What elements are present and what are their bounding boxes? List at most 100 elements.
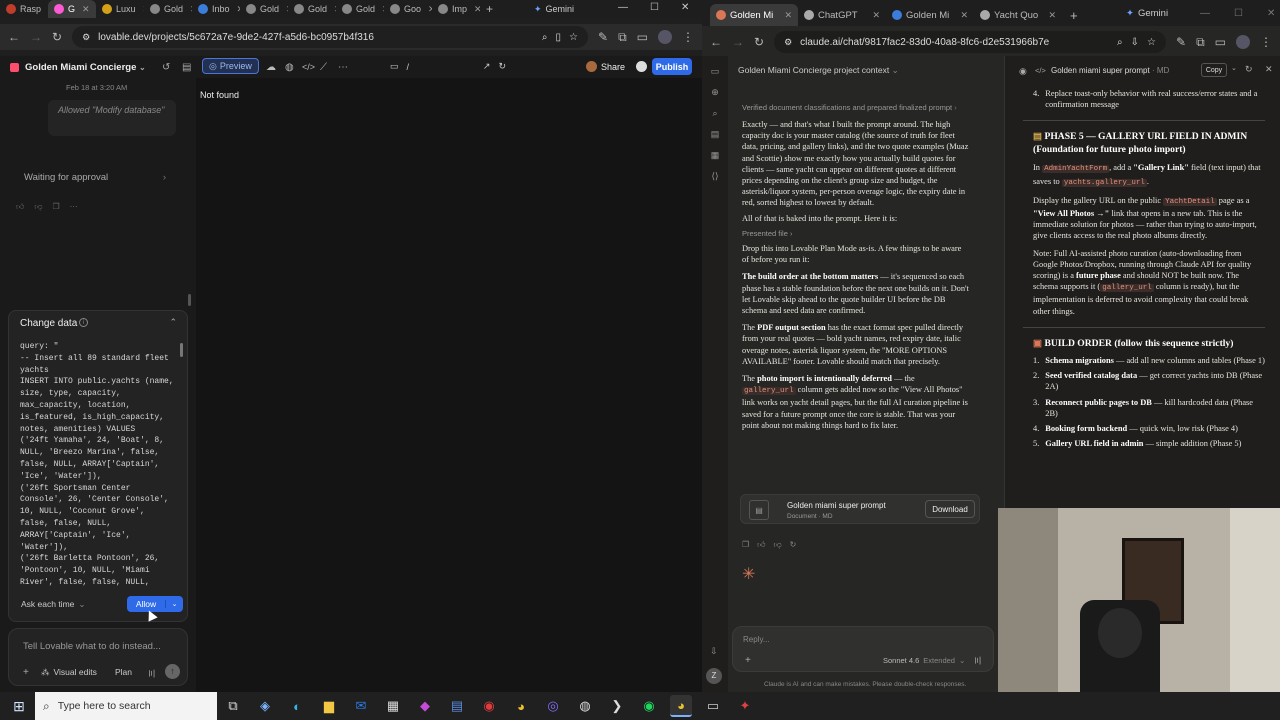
- sidebar-toggle-icon[interactable]: ▭: [711, 66, 720, 77]
- zoom-icon[interactable]: ⌕: [542, 32, 548, 43]
- browser-tab[interactable]: Inbo✕: [192, 0, 240, 18]
- outlook-icon[interactable]: ✉: [350, 695, 372, 717]
- browser-tab[interactable]: Luxu✕: [96, 0, 144, 18]
- bookmark-star-icon[interactable]: ☆: [1147, 37, 1156, 48]
- artifacts-icon[interactable]: ⟨⟩: [711, 171, 718, 182]
- new-tab-icon[interactable]: +: [1070, 8, 1078, 23]
- close-tab-icon[interactable]: ✕: [474, 4, 480, 15]
- right-address-bar[interactable]: ⚙ claude.ai/chat/9817fac2-83d0-40a8-8fc6…: [774, 31, 1167, 53]
- analytics-icon[interactable]: ⟋: [320, 62, 327, 73]
- taskbar-search-box[interactable]: ⌕ Type here to search: [35, 692, 217, 720]
- info-icon[interactable]: i: [79, 318, 88, 327]
- cloud-icon[interactable]: ☁: [266, 62, 276, 73]
- browser-tab[interactable]: Golden Mi ✕: [710, 4, 798, 26]
- record-icon[interactable]: ◉: [478, 695, 500, 717]
- waiting-approval-row[interactable]: Waiting for approval ›: [12, 166, 178, 188]
- new-chat-icon[interactable]: ⊕: [711, 87, 719, 98]
- search-icon[interactable]: ⌕: [712, 108, 717, 119]
- maximize-icon[interactable]: ☐: [1234, 8, 1243, 19]
- model-selector[interactable]: Sonnet 4.6 Extended ⌄: [883, 656, 965, 665]
- sidepanel-icon[interactable]: ▭: [1215, 36, 1226, 48]
- github-desktop-icon[interactable]: ◍: [574, 695, 596, 717]
- file-card[interactable]: ▤ Golden miami super prompt Document · M…: [740, 494, 980, 524]
- ask-each-time-select[interactable]: Ask each time ⌄: [21, 599, 86, 610]
- projects-icon[interactable]: ▦: [711, 150, 720, 161]
- reply-box[interactable]: Reply... + Sonnet 4.6 Extended ⌄ 〣: [732, 626, 994, 672]
- history-icon[interactable]: ↺: [162, 62, 170, 73]
- close-tab-icon[interactable]: ✕: [1048, 10, 1056, 21]
- device-icon[interactable]: ▭: [390, 61, 399, 72]
- github-icon[interactable]: [636, 61, 647, 72]
- minimize-icon[interactable]: —: [618, 2, 628, 13]
- forward-icon[interactable]: →: [30, 31, 42, 43]
- share-button[interactable]: Share: [586, 59, 625, 74]
- browser-tab[interactable]: G ✕: [48, 0, 96, 18]
- preview-button[interactable]: ◎ Preview: [202, 58, 259, 74]
- sidepanel-icon[interactable]: ▭: [637, 31, 648, 43]
- chat-title-menu[interactable]: Golden Miami Concierge project context ⌄: [738, 65, 899, 76]
- download-app-icon[interactable]: ⇩: [710, 646, 718, 657]
- close-window-icon[interactable]: ✕: [681, 2, 689, 13]
- close-tab-icon[interactable]: ✕: [872, 10, 880, 21]
- left-gemini-button[interactable]: ✦ Gemini: [534, 2, 574, 16]
- pen-icon[interactable]: ✎: [598, 31, 608, 43]
- more-icon[interactable]: ⋯: [70, 202, 78, 212]
- close-tab-icon[interactable]: ✕: [784, 10, 792, 21]
- site-info-icon[interactable]: ⚙: [784, 37, 792, 48]
- install-icon[interactable]: ⇩: [1131, 37, 1139, 48]
- thumbs-down-icon[interactable]: 👎︎: [34, 202, 42, 212]
- voice-mode-icon[interactable]: 〣: [973, 654, 982, 667]
- close-tab-icon[interactable]: ✕: [82, 4, 90, 15]
- close-panel-icon[interactable]: ✕: [1265, 64, 1273, 75]
- code-editor-icon[interactable]: ▤: [446, 695, 468, 717]
- browser-tab[interactable]: Rasp✕: [0, 0, 48, 18]
- task-view-icon[interactable]: ⧉: [222, 695, 244, 717]
- reply-input[interactable]: Reply...: [743, 635, 770, 644]
- menu-dots-icon[interactable]: ⋮: [1260, 36, 1272, 48]
- windows-start-icon[interactable]: ⊞: [8, 695, 30, 717]
- edge-icon[interactable]: ◐: [286, 695, 308, 717]
- spotify-icon[interactable]: ◉: [638, 695, 660, 717]
- terminal-icon[interactable]: ❯: [606, 695, 628, 717]
- browser-tab[interactable]: Goo ✕: [384, 0, 432, 18]
- thumbs-down-icon[interactable]: 👎︎: [774, 540, 782, 550]
- code-view-icon[interactable]: </>: [1035, 66, 1046, 75]
- add-icon[interactable]: +: [23, 667, 29, 678]
- menu-dots-icon[interactable]: ⋮: [682, 31, 694, 43]
- minimize-icon[interactable]: —: [1200, 8, 1210, 19]
- store-icon[interactable]: ▦: [382, 695, 404, 717]
- allow-dropdown-icon[interactable]: ⌄: [165, 600, 183, 608]
- presented-file-label[interactable]: Presented file ›: [742, 228, 970, 239]
- code-scrollbar[interactable]: [180, 343, 183, 357]
- open-external-icon[interactable]: ↗: [483, 61, 491, 72]
- right-gemini-button[interactable]: ✦ Gemini: [1126, 8, 1168, 19]
- browser-tab[interactable]: Yacht Quo ✕: [974, 4, 1062, 26]
- notes-icon[interactable]: ▭: [702, 695, 724, 717]
- project-name-menu[interactable]: Golden Miami Concierge ⌄: [25, 62, 146, 73]
- copy-dropdown-icon[interactable]: ⌄: [1231, 64, 1237, 72]
- plan-button[interactable]: Plan: [115, 667, 132, 677]
- app-icon[interactable]: ◆: [414, 695, 436, 717]
- discord-icon[interactable]: ◎: [542, 695, 564, 717]
- reload-icon[interactable]: ↻: [52, 31, 62, 43]
- new-tab-icon[interactable]: +: [486, 2, 493, 16]
- browser-tab[interactable]: Gold✕: [144, 0, 192, 18]
- chat-input-box[interactable]: Tell Lovable what to do instead... + ⁂ Vi…: [8, 628, 188, 686]
- route-field[interactable]: ▭ / ↗ ↻: [390, 59, 506, 74]
- chrome-icon[interactable]: ◕: [510, 695, 532, 717]
- collapse-icon[interactable]: ⌃: [169, 317, 177, 328]
- claude-app-icon[interactable]: ✦: [734, 695, 756, 717]
- browser-tab[interactable]: ChatGPT ✕: [798, 4, 886, 26]
- browser-tab[interactable]: Golden Mi ✕: [886, 4, 974, 26]
- extensions-icon[interactable]: ⧉: [618, 31, 627, 43]
- browser-tab[interactable]: Gold✕: [288, 0, 336, 18]
- browser-tab[interactable]: Imp ✕: [432, 0, 480, 18]
- chat-input[interactable]: Tell Lovable what to do instead...: [23, 641, 161, 652]
- back-icon[interactable]: ←: [710, 36, 722, 48]
- retry-icon[interactable]: ↻: [790, 540, 797, 550]
- refresh-icon[interactable]: ↻: [1245, 64, 1253, 75]
- publish-button[interactable]: Publish: [652, 58, 692, 75]
- browser-tab[interactable]: Gold✕: [240, 0, 288, 18]
- maximize-icon[interactable]: ☐: [650, 2, 659, 13]
- bookmark-star-icon[interactable]: ☆: [569, 32, 578, 43]
